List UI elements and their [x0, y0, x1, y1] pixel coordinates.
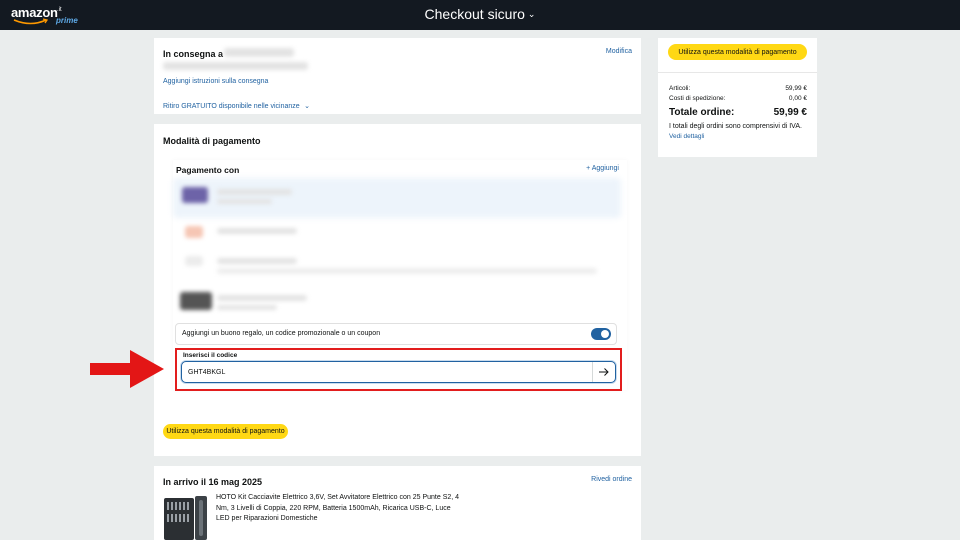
chevron-down-icon: ⌄ [304, 103, 311, 110]
checkout-title[interactable]: Checkout sicuro ⌄ [0, 6, 960, 22]
total-row: Totale ordine: 59,99 € [669, 107, 807, 118]
payment-option-icon [185, 226, 203, 238]
order-summary-card: Utilizza questa modalità di pagamento Ar… [658, 38, 817, 157]
code-entry-highlight: Inserisci il codice [175, 348, 622, 391]
payment-option-icon [185, 256, 203, 266]
blurred-card-sub [217, 199, 272, 204]
divider [658, 72, 817, 73]
add-payment-link[interactable]: + Aggiungi [586, 165, 619, 172]
pickup-link[interactable]: Ritiro GRATUITO disponibile nelle vicina… [163, 103, 300, 110]
blurred-address-name [224, 48, 294, 57]
pickup-link-row[interactable]: Ritiro GRATUITO disponibile nelle vicina… [163, 95, 310, 113]
summary-use-payment-button[interactable]: Utilizza questa modalità di pagamento [668, 44, 807, 60]
delivery-card: In consegna a Modifica Aggiungi istruzio… [154, 38, 641, 114]
chevron-down-icon: ⌄ [527, 9, 536, 19]
screwdriver-kit-icon [164, 496, 207, 540]
tax-note: I totali degli ordini sono comprensivi d… [669, 122, 809, 142]
shipping-row: Costi di spedizione: 0,00 € [669, 95, 807, 102]
delivery-title: In consegna a [163, 49, 224, 59]
use-payment-button[interactable]: Utilizza questa modalità di pagamento [163, 424, 288, 439]
coupon-label: Aggiungi un buono regalo, un codice prom… [182, 330, 381, 337]
arrival-card: In arrivo il 16 mag 2025 Rivedi ordine H… [154, 466, 641, 540]
coupon-toggle[interactable] [591, 328, 611, 340]
top-bar: amazon .it prime Checkout sicuro ⌄ [0, 0, 960, 30]
checkout-title-text: Checkout sicuro [424, 6, 525, 22]
blurred-address-line [163, 62, 308, 70]
toggle-knob [601, 330, 609, 338]
items-row: Articoli: 59,99 € [669, 85, 807, 92]
total-label: Totale ordine: [669, 107, 735, 118]
payment-card-icon [182, 187, 208, 203]
items-value: 59,99 € [785, 85, 807, 92]
payment-card: Modalità di pagamento Pagamento con + Ag… [154, 124, 641, 456]
apply-code-button[interactable] [592, 362, 614, 382]
blurred-option-label[interactable] [217, 258, 297, 264]
edit-delivery-link[interactable]: Modifica [606, 48, 632, 55]
blurred-card-label [217, 189, 292, 195]
tax-note-text: I totali degli ordini sono comprensivi d… [669, 123, 802, 130]
shipping-label: Costi di spedizione: [669, 95, 726, 102]
pay-with-title: Pagamento con [176, 165, 240, 175]
blurred-card-label[interactable] [217, 295, 307, 301]
code-label: Inserisci il codice [183, 352, 238, 359]
product-image[interactable] [163, 494, 208, 540]
payment-title: Modalità di pagamento [163, 136, 261, 146]
payment-card-icon [180, 292, 212, 310]
promo-code-input[interactable] [181, 361, 616, 383]
blurred-option-label[interactable] [217, 228, 297, 234]
selected-payment-row[interactable] [173, 178, 621, 218]
arrival-title: In arrivo il 16 mag 2025 [163, 477, 263, 487]
blurred-option-note [217, 268, 597, 274]
details-link[interactable]: Vedi dettagli [669, 133, 704, 140]
items-label: Articoli: [669, 85, 691, 92]
shipping-value: 0,00 € [788, 95, 807, 102]
delivery-instructions-link[interactable]: Aggiungi istruzioni sulla consegna [163, 78, 268, 85]
arrow-right-icon [598, 367, 609, 376]
blurred-card-sub [217, 305, 277, 310]
review-order-link[interactable]: Rivedi ordine [591, 476, 632, 483]
total-value: 59,99 € [773, 107, 807, 118]
red-arrow-icon [90, 350, 164, 388]
coupon-toggle-row[interactable]: Aggiungi un buono regalo, un codice prom… [175, 323, 617, 345]
product-title[interactable]: HOTO Kit Cacciavite Elettrico 3,6V, Set … [216, 493, 466, 525]
